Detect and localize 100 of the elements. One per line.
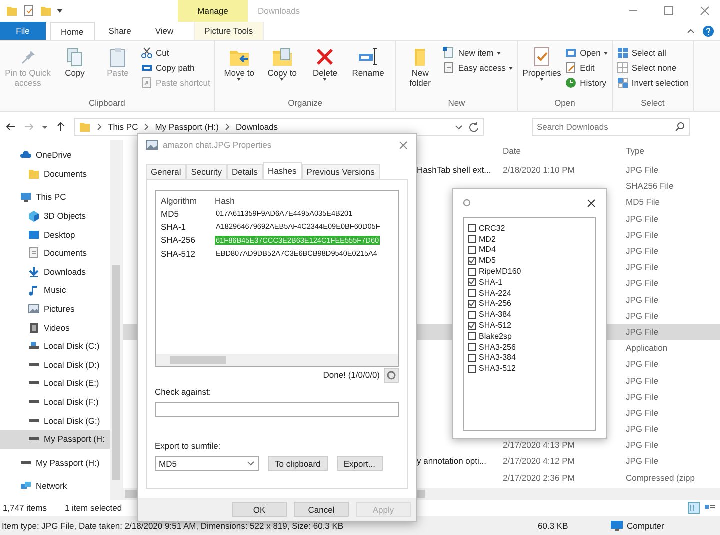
dialog-tab[interactable]: General [146,164,186,179]
scrollbar[interactable] [110,140,122,500]
checkbox[interactable] [468,354,476,362]
computer-icon [20,191,32,204]
dialog-button[interactable]: Cancel [294,502,349,517]
checkbox[interactable] [468,364,476,373]
rename-icon [357,46,380,68]
input-field[interactable] [155,402,399,417]
maximize-icon [664,6,674,16]
checkbox[interactable] [468,289,476,298]
checkbox[interactable] [468,300,476,308]
caret-icon [509,66,514,70]
open-icon [565,47,578,59]
nav-item[interactable]: Desktop [0,225,110,244]
dialog-tab[interactable]: Previous Versions [302,164,380,179]
ribbon-button[interactable]: Invert selection [616,77,690,89]
ribbon-button[interactable]: Open [565,47,608,59]
caret-icon [42,124,48,130]
dialog-tab[interactable]: Hashes [262,162,302,179]
nav-item[interactable]: OneDrive [0,146,110,165]
ribbon-button[interactable]: Copy to [262,44,302,98]
ribbon-button[interactable]: Delete [305,44,346,98]
algorithm-label: SHA3-384 [479,353,516,362]
export-button[interactable]: To clipboard [268,456,328,471]
nav-item[interactable]: Network [0,477,110,496]
ribbon-button[interactable]: New item [443,47,514,59]
checkbox[interactable] [468,322,476,330]
nav-item[interactable]: Documents [0,244,110,263]
nav-item[interactable]: Local Disk (F:) [0,392,110,412]
format-dropdown[interactable]: MD5 [155,456,259,471]
checkbox[interactable] [468,256,476,265]
music-note-icon [28,284,40,296]
nav-item[interactable]: My Passport (H:) [0,454,110,472]
nav-item[interactable]: Local Disk (C:) [0,336,110,356]
settings-icon [387,370,396,380]
ribbon-button[interactable]: History [565,77,608,89]
ribbon-button[interactable]: Move to [219,44,260,98]
nav-item[interactable]: Documents [0,164,110,184]
checkbox[interactable] [468,268,476,276]
scrollbar[interactable] [156,354,398,366]
ribbon-button[interactable]: Copy [55,44,95,98]
checkbox[interactable] [468,310,476,319]
column-header[interactable]: Date [503,146,521,156]
algorithm-label: SHA-1 [479,278,503,287]
ribbon-button[interactable]: Edit [565,62,608,74]
nav-item[interactable]: This PC [0,188,110,207]
file-type: SHA256 File [626,181,674,192]
breadcrumb[interactable]: My Passport (H:) [155,122,219,132]
dialog-tab[interactable]: Security [186,164,227,179]
ribbon-button[interactable]: New folder [400,44,440,98]
field-label: Check against: [155,387,212,397]
settings-button[interactable] [384,368,399,382]
column-header[interactable]: Algorithm [161,196,197,206]
file-type: JPG File [626,326,659,337]
ribbon-button[interactable]: Select all [616,47,690,59]
ribbon-button[interactable]: Select none [616,62,690,74]
scissors-icon [141,47,153,59]
ribbon-button[interactable]: Rename [348,44,388,98]
folder-icon [40,5,52,17]
checkbox[interactable] [468,224,476,232]
ribbon-tab[interactable]: Home [50,22,95,40]
dialog-tab[interactable]: Details [226,164,263,179]
checkbox[interactable] [468,343,476,352]
ribbon-tab[interactable]: View [145,22,184,40]
nav-item[interactable]: Pictures [0,300,110,318]
ribbon-button[interactable]: Copy path [141,62,210,74]
ribbon-button[interactable]: Properties [522,44,562,98]
ribbon-tab[interactable]: File [0,22,46,40]
breadcrumb[interactable]: Downloads [236,122,278,132]
dialog-button[interactable]: OK [232,502,287,517]
drive-icon [28,362,40,367]
export-button[interactable]: Export... [336,456,382,471]
history-icon [565,77,578,89]
nav-item[interactable]: Local Disk (D:) [0,356,110,374]
column-header[interactable]: Hash [215,196,235,206]
nav-item[interactable]: Music [0,281,110,300]
nav-item[interactable]: Local Disk (G:) [0,411,110,430]
algorithm-label: CRC32 [479,224,506,233]
folder-icon [79,121,91,133]
file-type: JPG File [626,440,659,450]
nav-item[interactable]: Downloads [0,262,110,282]
search-field[interactable]: Search Downloads [532,118,690,136]
copy-folder-icon [271,46,294,68]
checkbox[interactable] [468,332,476,340]
ribbon-tab[interactable]: Picture Tools [194,22,264,40]
nav-item[interactable]: Videos [0,318,110,337]
checkbox[interactable] [468,246,476,254]
drive-icon [28,418,40,423]
checkbox[interactable] [468,278,476,286]
nav-item[interactable]: 3D Objects [0,206,110,226]
breadcrumb[interactable]: This PC [108,122,138,132]
nav-item[interactable]: Local Disk (E:) [0,374,110,393]
file-type: JPG File [626,456,659,466]
ribbon-tab[interactable]: Share [98,22,142,40]
ribbon-button[interactable]: Easy access [443,62,514,74]
ribbon-button[interactable]: Cut [141,47,210,59]
column-header[interactable]: Type [626,146,644,156]
nav-item[interactable]: My Passport (H: [0,430,110,448]
checkbox[interactable] [468,235,476,244]
file-date: 2/17/2020 2:36 PM [503,472,575,483]
